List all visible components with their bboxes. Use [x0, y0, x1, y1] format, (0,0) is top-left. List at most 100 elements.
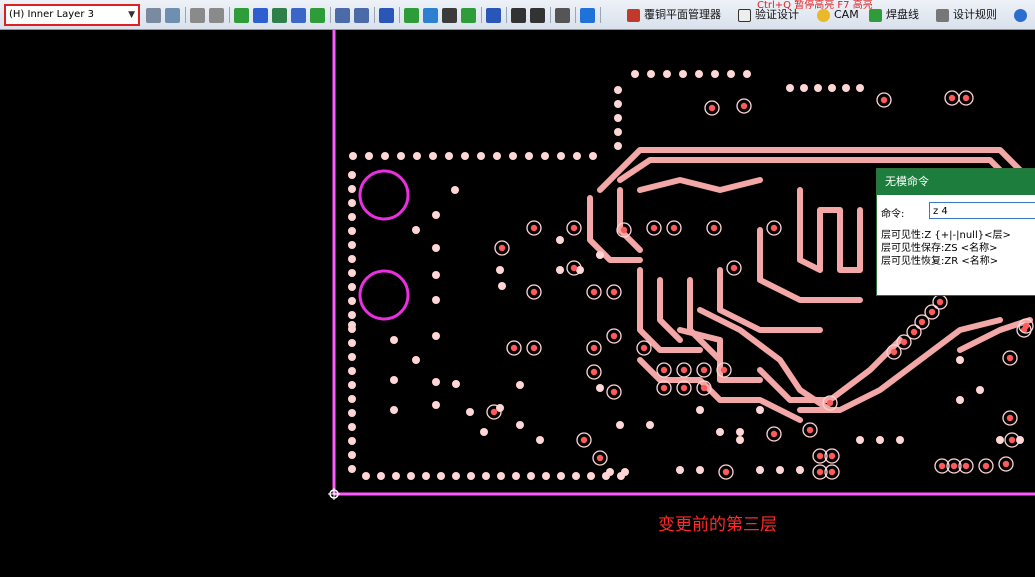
redo-icon[interactable]	[354, 7, 369, 23]
via	[525, 152, 533, 160]
via-ring	[958, 90, 974, 106]
dialog-title: 无模命令	[877, 169, 1035, 195]
via	[362, 472, 370, 480]
via	[493, 152, 501, 160]
save-icon[interactable]	[530, 7, 545, 23]
via	[614, 114, 622, 122]
toolbar-separator	[550, 7, 551, 23]
via	[556, 266, 564, 274]
via-ring	[766, 426, 782, 442]
via	[496, 266, 504, 274]
tools-icon[interactable]	[555, 7, 570, 23]
via	[429, 152, 437, 160]
via	[348, 353, 356, 361]
paste-icon[interactable]	[209, 7, 224, 23]
route-icon[interactable]	[234, 7, 249, 23]
toolbar-separator	[330, 7, 331, 23]
via-ring	[592, 450, 608, 466]
via	[587, 472, 595, 480]
via	[856, 84, 864, 92]
via	[646, 421, 654, 429]
via-ring	[586, 364, 602, 380]
via	[842, 84, 850, 92]
via	[647, 70, 655, 78]
via	[349, 152, 357, 160]
via	[348, 339, 356, 347]
via	[422, 472, 430, 480]
properties-icon[interactable]	[146, 7, 161, 23]
via-ring	[494, 240, 510, 256]
chevron-down-icon[interactable]: ▼	[128, 6, 135, 24]
via	[541, 152, 549, 160]
via	[432, 211, 440, 219]
layer-select-value: (H) Inner Layer 3	[9, 9, 94, 20]
verify-design-button[interactable]: 验证设计	[738, 5, 799, 25]
toolbar-separator	[185, 7, 186, 23]
via	[542, 472, 550, 480]
via	[348, 381, 356, 389]
via-ring	[506, 340, 522, 356]
via-ring	[666, 220, 682, 236]
via	[596, 251, 604, 259]
via	[348, 321, 356, 329]
via-ring	[932, 294, 948, 310]
solder-wire-button[interactable]: 焊盘线	[869, 5, 919, 25]
globe-button[interactable]	[1014, 5, 1031, 25]
via	[390, 406, 398, 414]
copper-manager-button[interactable]: 覆铜平面管理器	[627, 5, 721, 25]
via	[716, 428, 724, 436]
via	[497, 472, 505, 480]
via	[392, 472, 400, 480]
via	[348, 255, 356, 263]
navigation-icon[interactable]	[486, 7, 501, 23]
via	[606, 468, 614, 476]
via	[856, 436, 864, 444]
hint-line: 层可见性恢复:ZR <名称>	[881, 256, 999, 267]
board-icon[interactable]	[272, 7, 287, 23]
via	[976, 386, 984, 394]
undo-icon[interactable]	[335, 7, 350, 23]
bus-icon[interactable]	[253, 7, 268, 23]
smiley-icon	[817, 8, 830, 22]
measure-icon[interactable]	[404, 7, 419, 23]
command-input[interactable]: z 4	[929, 202, 1035, 219]
via-ring	[1002, 350, 1018, 366]
solder-icon	[869, 8, 882, 22]
copy-icon[interactable]	[190, 7, 205, 23]
component-icon[interactable]	[310, 7, 325, 23]
via	[557, 472, 565, 480]
via	[348, 199, 356, 207]
toolbar-separator	[374, 7, 375, 23]
via	[621, 468, 629, 476]
caption-text: 变更前的第三层	[658, 515, 777, 535]
modeless-command-dialog: 无模命令 命令: z 4 层可见性:Z {+|-|null}<层> 层可见性保存…	[876, 168, 1035, 296]
via	[432, 401, 440, 409]
via	[573, 152, 581, 160]
via	[467, 472, 475, 480]
via	[432, 332, 440, 340]
via	[743, 70, 751, 78]
via	[509, 152, 517, 160]
via	[412, 356, 420, 364]
via	[727, 70, 735, 78]
cam-button[interactable]: CAM	[817, 5, 859, 25]
design-rules-button[interactable]: 设计规则	[936, 5, 997, 25]
mounting-hole	[358, 269, 410, 321]
dots-icon[interactable]	[291, 7, 306, 23]
layers-icon[interactable]	[580, 7, 595, 23]
select-icon[interactable]	[442, 7, 457, 23]
zoom-icon[interactable]	[379, 7, 394, 23]
pcb-canvas[interactable]	[0, 30, 1035, 577]
pen-icon[interactable]	[461, 7, 476, 23]
via	[796, 466, 804, 474]
layer-select[interactable]: (H) Inner Layer 3 ▼	[4, 4, 140, 26]
via-ring	[676, 362, 692, 378]
via-ring	[736, 98, 752, 114]
image-icon[interactable]	[511, 7, 526, 23]
highlight-icon[interactable]	[423, 7, 438, 23]
via-ring	[726, 260, 742, 276]
via	[348, 227, 356, 235]
refresh-icon[interactable]	[165, 7, 180, 23]
design-rules-label: 设计规则	[953, 8, 997, 21]
via	[576, 266, 584, 274]
